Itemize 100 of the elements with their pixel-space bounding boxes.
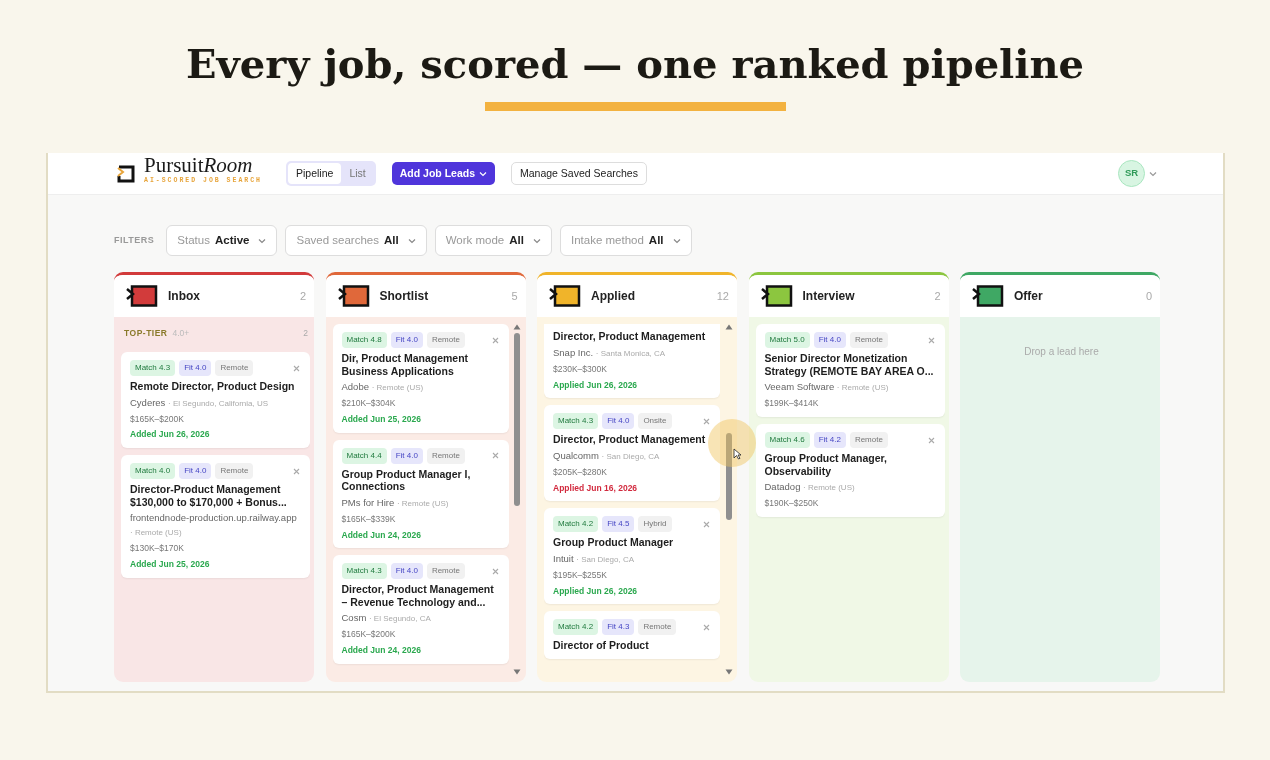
column-title: Applied [591,288,636,306]
scroll-down-icon[interactable] [513,669,521,676]
job-title: Director, Product Management – Revenue Technology and... [341,583,495,609]
close-icon[interactable] [703,417,710,425]
filter-dropdown[interactable]: Intake method All [559,225,692,257]
job-title: Group Product Manager [553,536,675,549]
salary-range: $230K–$300K [553,362,608,376]
job-title: Senior Director Monetization Strategy (REMOTE BAY AREA O... [764,352,935,378]
job-title: Dir, Product Management Business Applications [341,352,470,378]
filter-dropdown[interactable]: Saved searches All [285,225,427,257]
close-icon[interactable] [927,336,935,344]
date-added: Added Jun 24, 2026 [341,644,422,657]
chevron-down-icon [258,237,267,244]
job-card[interactable]: Director, Product Management Snap Inc. · Santa Monica, CA $230K–$300K Applied Jun 26, 2026 [544,324,720,399]
filter-dropdown[interactable]: Work mode All [434,225,552,257]
date-added: Added Jun 25, 2026 [341,413,422,426]
close-icon[interactable] [491,336,499,344]
work-mode-badge: Remote [426,563,465,580]
add-job-leads-button[interactable]: Add Job Leads [391,161,495,186]
salary-range: $190K–$250K [764,497,820,510]
salary-range: $210K–$304K [341,397,397,410]
fit-score-badge: Fit 4.0 [390,563,423,580]
match-score-badge: Match 4.4 [341,447,387,464]
fit-score-badge: Fit 4.0 [813,332,846,349]
close-icon[interactable] [293,364,300,372]
job-location: · San Diego, CA [576,554,635,564]
scroll-up-icon[interactable] [513,324,521,331]
close-icon[interactable] [293,467,300,475]
company-name: frontendnode-production.up.railway.app [130,512,297,523]
date-added: Added Jun 24, 2026 [341,528,422,542]
job-title: Group Product Manager I, Connections [341,467,472,493]
work-mode-badge: Remote [215,360,254,376]
caret-icon [479,170,487,177]
empty-message: Drop a lead here [1023,345,1100,360]
match-score-badge: Match 4.3 [553,413,599,430]
job-card[interactable]: Match 4.0 Fit 4.0 Remote Director-Product Management $130,000 to $170,000 + Bonus... frontendnode-production.up.railway.app · Remote (US) $130K–$170K Added Jun 25, 2026 [121,455,310,578]
headline: Every job, scored — one ranked pipeline [184,39,1086,88]
scrollbar-thumb[interactable] [725,433,732,520]
salary-range: $205K–$280K [553,465,608,479]
column-count: 2 [934,289,941,304]
job-card[interactable]: Match 4.3 Fit 4.0 Onsite Director, Product Management Qualcomm · San Diego, CA $205K–$280K Applied Jun 16, 2026 [544,405,720,502]
match-score-badge: Match 5.0 [764,332,810,349]
column-title: Inbox [168,288,201,306]
job-title: Director-Product Management $130,000 to $170,000 + Bonus... [130,483,288,508]
close-icon[interactable] [703,520,710,528]
job-location: · Santa Monica, CA [595,348,666,358]
column-title: Interview [802,288,856,306]
scrollbar[interactable] [724,324,733,676]
company-name: Intuit [553,552,574,564]
close-icon[interactable] [491,567,499,575]
column-title: Offer [1014,288,1044,306]
work-mode-badge: Hybrid [638,516,672,533]
work-mode-badge: Remote [426,447,465,464]
fit-score-badge: Fit 4.0 [179,360,212,376]
company-name: Veeam Software [764,381,835,393]
salary-range: $130K–$170K [130,542,185,555]
job-card[interactable]: Match 4.2 Fit 4.5 Hybrid Group Product Manager Intuit · San Diego, CA $195K–$255K Applied Jun 26, 2026 [544,508,720,605]
job-title: Group Product Manager, Observability [764,452,888,477]
job-card[interactable]: Match 4.8 Fit 4.0 Remote Dir, Product Management Business Applications Adobe · Remote (US) $210K–$304K Added Jun 25, 2026 [332,324,509,433]
close-icon[interactable] [703,623,710,631]
view-tab[interactable]: Pipeline [288,162,342,185]
work-mode-badge: Remote [849,332,888,349]
job-title: Director, Product Management [553,330,707,343]
job-title: Director, Product Management [553,433,707,446]
salary-range: $165K–$200K [341,628,397,641]
fit-score-badge: Fit 4.2 [813,432,846,448]
cursor-icon [733,448,742,461]
filter-dropdown[interactable]: Status Active [166,225,278,257]
scroll-down-icon[interactable] [724,669,733,676]
scrollbar[interactable] [512,324,522,676]
scrollbar-thumb[interactable] [514,333,520,507]
match-score-badge: Match 4.3 [341,563,387,580]
work-mode-badge: Onsite [638,413,672,430]
group-label: TOP-TIER [124,327,168,340]
company-name: Cosm [341,612,367,624]
fit-score-badge: Fit 4.0 [179,463,212,479]
close-icon[interactable] [927,436,935,444]
job-location: · El Segundo, California, US [168,398,269,408]
job-card[interactable]: Match 4.4 Fit 4.0 Remote Group Product Manager I, Connections PMs for Hire · Remote (US) $165K–$339K Added Jun 24, 2026 [332,439,509,549]
company-name: Snap Inc. [553,346,594,358]
fit-score-badge: Fit 4.0 [390,332,423,349]
close-icon[interactable] [491,452,499,460]
job-card[interactable]: Match 5.0 Fit 4.0 Remote Senior Director Monetization Strategy (REMOTE BAY AREA O... Veeam Software · Remote (US) $199K–$414K [755,324,945,417]
salary-range: $165K–$200K [130,412,185,426]
scroll-up-icon[interactable] [724,324,733,331]
job-card[interactable]: Match 4.2 Fit 4.3 Remote Director of Product [544,611,720,659]
column-count: 5 [511,289,518,304]
chevron-down-icon [672,237,681,244]
date-added: Applied Jun 26, 2026 [553,584,639,598]
fit-score-badge: Fit 4.0 [602,413,635,430]
chevron-down-icon[interactable] [1149,170,1157,177]
match-score-badge: Match 4.0 [130,463,176,479]
company-name: Adobe [341,381,369,393]
date-added: Added Jun 25, 2026 [130,557,211,571]
job-card[interactable]: Match 4.6 Fit 4.2 Remote Group Product Manager, Observability Datadog · Remote (US) $190K–$250K [755,424,945,517]
job-card[interactable]: Match 4.3 Fit 4.0 Remote Remote Director, Product Design Cyderes · El Segundo, California, US $165K–$200K Added Jun 26, 2026 [121,352,310,448]
salary-range: $165K–$339K [341,512,397,526]
job-location: · Remote (US) [836,383,889,393]
manage-searches-button[interactable]: Manage Saved Searches [511,161,647,186]
view-tab[interactable]: List [341,162,374,185]
